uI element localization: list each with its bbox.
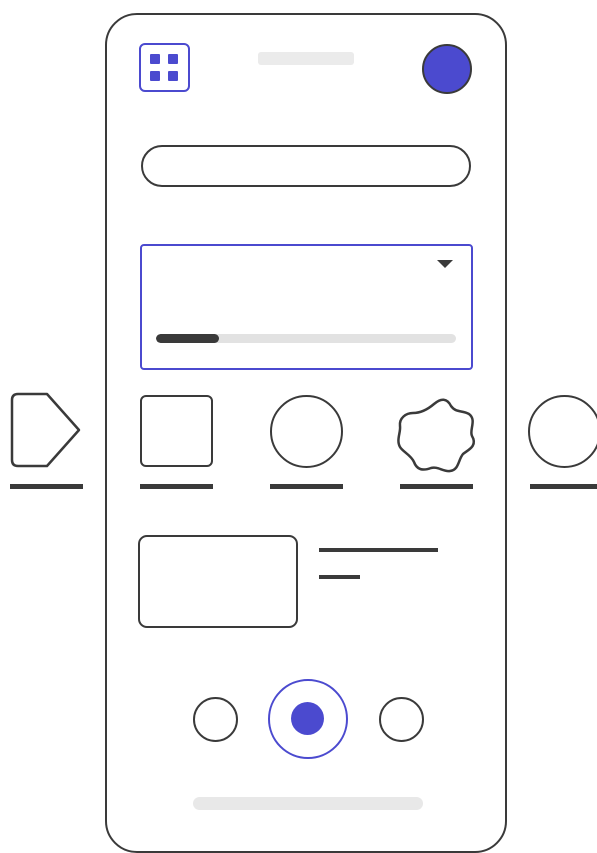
home-indicator[interactable] xyxy=(193,797,423,810)
content-card-image[interactable] xyxy=(138,535,298,628)
blob-icon xyxy=(397,398,476,473)
active-dot-fill xyxy=(291,702,324,735)
pentagon-arrow-icon xyxy=(10,392,81,468)
circle-icon[interactable] xyxy=(270,395,343,468)
carousel-underline xyxy=(10,484,83,489)
carousel-underline xyxy=(530,484,597,489)
carousel-underline xyxy=(270,484,343,489)
pager-dot[interactable] xyxy=(379,697,424,742)
card-text-line xyxy=(319,548,438,552)
pager-dot-active[interactable] xyxy=(268,679,348,759)
square-icon[interactable] xyxy=(140,395,213,467)
card-text-line-short xyxy=(319,575,360,579)
circle-icon-offscreen[interactable] xyxy=(528,395,597,468)
carousel-underline xyxy=(140,484,213,489)
pager-dot[interactable] xyxy=(193,697,238,742)
carousel-underline xyxy=(400,484,473,489)
